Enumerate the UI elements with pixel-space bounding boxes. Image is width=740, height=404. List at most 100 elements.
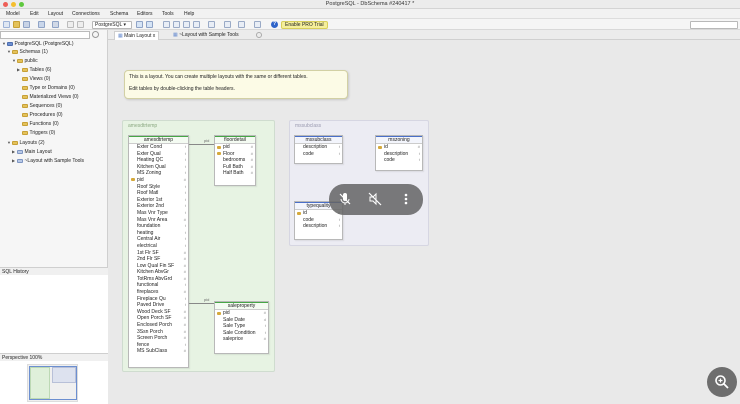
settings-icon[interactable] [92,31,99,38]
undo-icon[interactable] [67,21,74,28]
table-header[interactable]: saleproperty [215,302,268,310]
column-row[interactable]: Exterior 2nd t [129,203,188,210]
tree-item-public[interactable]: ▼ public [12,58,38,64]
column-row[interactable]: 2nd Flr SF # [129,256,188,263]
table-header[interactable]: amesdtrtemp [129,136,188,144]
help-icon[interactable]: ? [271,20,278,28]
column-row[interactable]: Roof Style t [129,184,188,191]
menu-model[interactable]: Model [6,11,20,17]
column-row[interactable]: description t [376,151,422,158]
minimap-viewport[interactable] [29,366,77,400]
tree-item-layouts[interactable]: ▼ Layouts (2) [7,140,45,146]
new-file-icon[interactable] [3,21,10,28]
column-row[interactable]: foundation t [129,223,188,230]
column-row[interactable]: Half Bath # [215,170,255,177]
column-row[interactable]: Sale Type t [215,323,268,330]
tab-main-layout[interactable]: ▦ Main Layout x [114,31,160,40]
column-row[interactable]: Paved Drive t [129,302,188,309]
enable-pro-trial-button[interactable]: Enable PRO Trial [281,20,328,29]
column-row[interactable]: electrical t [129,243,188,250]
table-mssubclass[interactable]: mssubclass description t code t [294,135,343,164]
tree-item-functions[interactable]: Functions (0) [22,121,59,127]
redo-icon[interactable] [77,21,84,28]
data-icon[interactable] [238,21,245,28]
column-row[interactable]: bedrooms # [215,157,255,164]
menu-edit[interactable]: Edit [30,11,39,17]
column-row[interactable]: Mas Vnr Area # [129,217,188,224]
column-row[interactable]: Wood Deck SF # [129,309,188,316]
menu-help[interactable]: Help [184,11,194,17]
table-amesdtrtemp[interactable]: amesdtrtemp Exter Cond t Exter Qual t Heatin… [128,135,189,368]
tree-item-procedures[interactable]: Procedures (0) [22,112,63,118]
column-row[interactable]: MS SubClass # [129,348,188,355]
relation-icon[interactable] [173,21,180,28]
column-row[interactable]: Floor # [215,151,255,158]
perspective-header[interactable]: Perspective 100% [0,353,108,361]
tree-item-views[interactable]: Views (0) [22,76,50,82]
column-row[interactable]: code t [295,151,342,158]
column-row[interactable]: Full Bath # [215,164,255,171]
settings-icon[interactable] [254,21,261,28]
connect-icon[interactable] [38,21,45,28]
foreign-key-connector[interactable] [189,144,214,145]
column-row[interactable]: Central Air t [129,236,188,243]
table-mszoning[interactable]: mszoning id # description t code t [375,135,423,171]
foreign-key-connector[interactable] [189,303,214,304]
column-row[interactable]: description t [295,223,342,230]
column-row[interactable]: Screen Porch # [129,335,188,342]
column-row[interactable]: pid # [215,144,255,151]
sound-off-icon[interactable] [368,192,382,206]
column-row[interactable]: Low Qual Fin SF # [129,263,188,270]
tree-item-sample-layout[interactable]: ▶ ~Layout with Sample Tools [12,158,84,164]
note-icon[interactable] [183,21,190,28]
database-select[interactable]: PostgreSQL ▾ [92,20,132,29]
menu-connections[interactable]: Connections [72,11,100,17]
sql-history-header[interactable]: SQL History [0,267,108,275]
tree-item-sequences[interactable]: Sequences (0) [22,103,62,109]
report-icon[interactable] [224,21,231,28]
column-row[interactable]: Sale Condition t [215,330,268,337]
table-icon[interactable] [136,21,143,28]
save-icon[interactable] [23,21,30,28]
table-header[interactable]: mszoning [376,136,422,144]
column-row[interactable]: Enclosed Porch # [129,322,188,329]
tree-filter-input[interactable] [0,31,90,39]
column-row[interactable]: Exterior 1st t [129,197,188,204]
column-row[interactable]: heating t [129,230,188,237]
add-tab-icon[interactable] [256,32,262,38]
column-row[interactable]: 1st Flr SF # [129,250,188,257]
menu-schema[interactable]: Schema [110,11,128,17]
column-row[interactable]: pid # [129,177,188,184]
arrow-icon[interactable] [163,21,170,28]
tree-item-matviews[interactable]: Materialized Views (0) [22,94,79,100]
open-folder-icon[interactable] [13,21,20,28]
menu-editors[interactable]: Editors [137,11,153,17]
table-saleproperty[interactable]: saleproperty pid # Sale Date d Sale Type t Sal… [214,301,269,354]
column-row[interactable]: functional t [129,282,188,289]
column-row[interactable]: saleprice # [215,336,268,343]
column-row[interactable]: Exter Cond t [129,144,188,151]
tree-item-triggers[interactable]: Triggers (0) [22,130,55,136]
layout-minimap[interactable] [27,364,78,402]
tree-item-tables[interactable]: ▶ Tables (6) [17,67,51,73]
column-row[interactable]: Sale Date d [215,317,268,324]
view-icon[interactable] [146,21,153,28]
menu-tools[interactable]: Tools [162,11,174,17]
table-floordetail[interactable]: floordetail pid # Floor # bedrooms # Full Bath… [214,135,256,186]
close-icon[interactable]: x [153,33,156,39]
tree-item-main-layout[interactable]: ▶ Main Layout [12,149,52,155]
tab-sample-layout[interactable]: ▦ ~Layout with Sample Tools [170,31,242,40]
mic-off-icon[interactable] [338,192,352,206]
column-row[interactable]: Kitchen AbvGr # [129,269,188,276]
tree-item-types[interactable]: Type or Domains (0) [22,85,75,91]
column-row[interactable]: pid # [215,310,268,317]
tree-item-root[interactable]: ▼ PostgreSQL (PostgreSQL) [2,41,74,47]
zoom-icon[interactable] [52,21,59,28]
column-row[interactable]: TotRms AbvGrd # [129,276,188,283]
column-row[interactable]: id # [376,144,422,151]
column-row[interactable]: Exter Qual t [129,151,188,158]
column-row[interactable]: Heating QC t [129,157,188,164]
column-row[interactable]: Roof Matl t [129,190,188,197]
table-header[interactable]: floordetail [215,136,255,144]
column-row[interactable]: Kitchen Qual t [129,164,188,171]
